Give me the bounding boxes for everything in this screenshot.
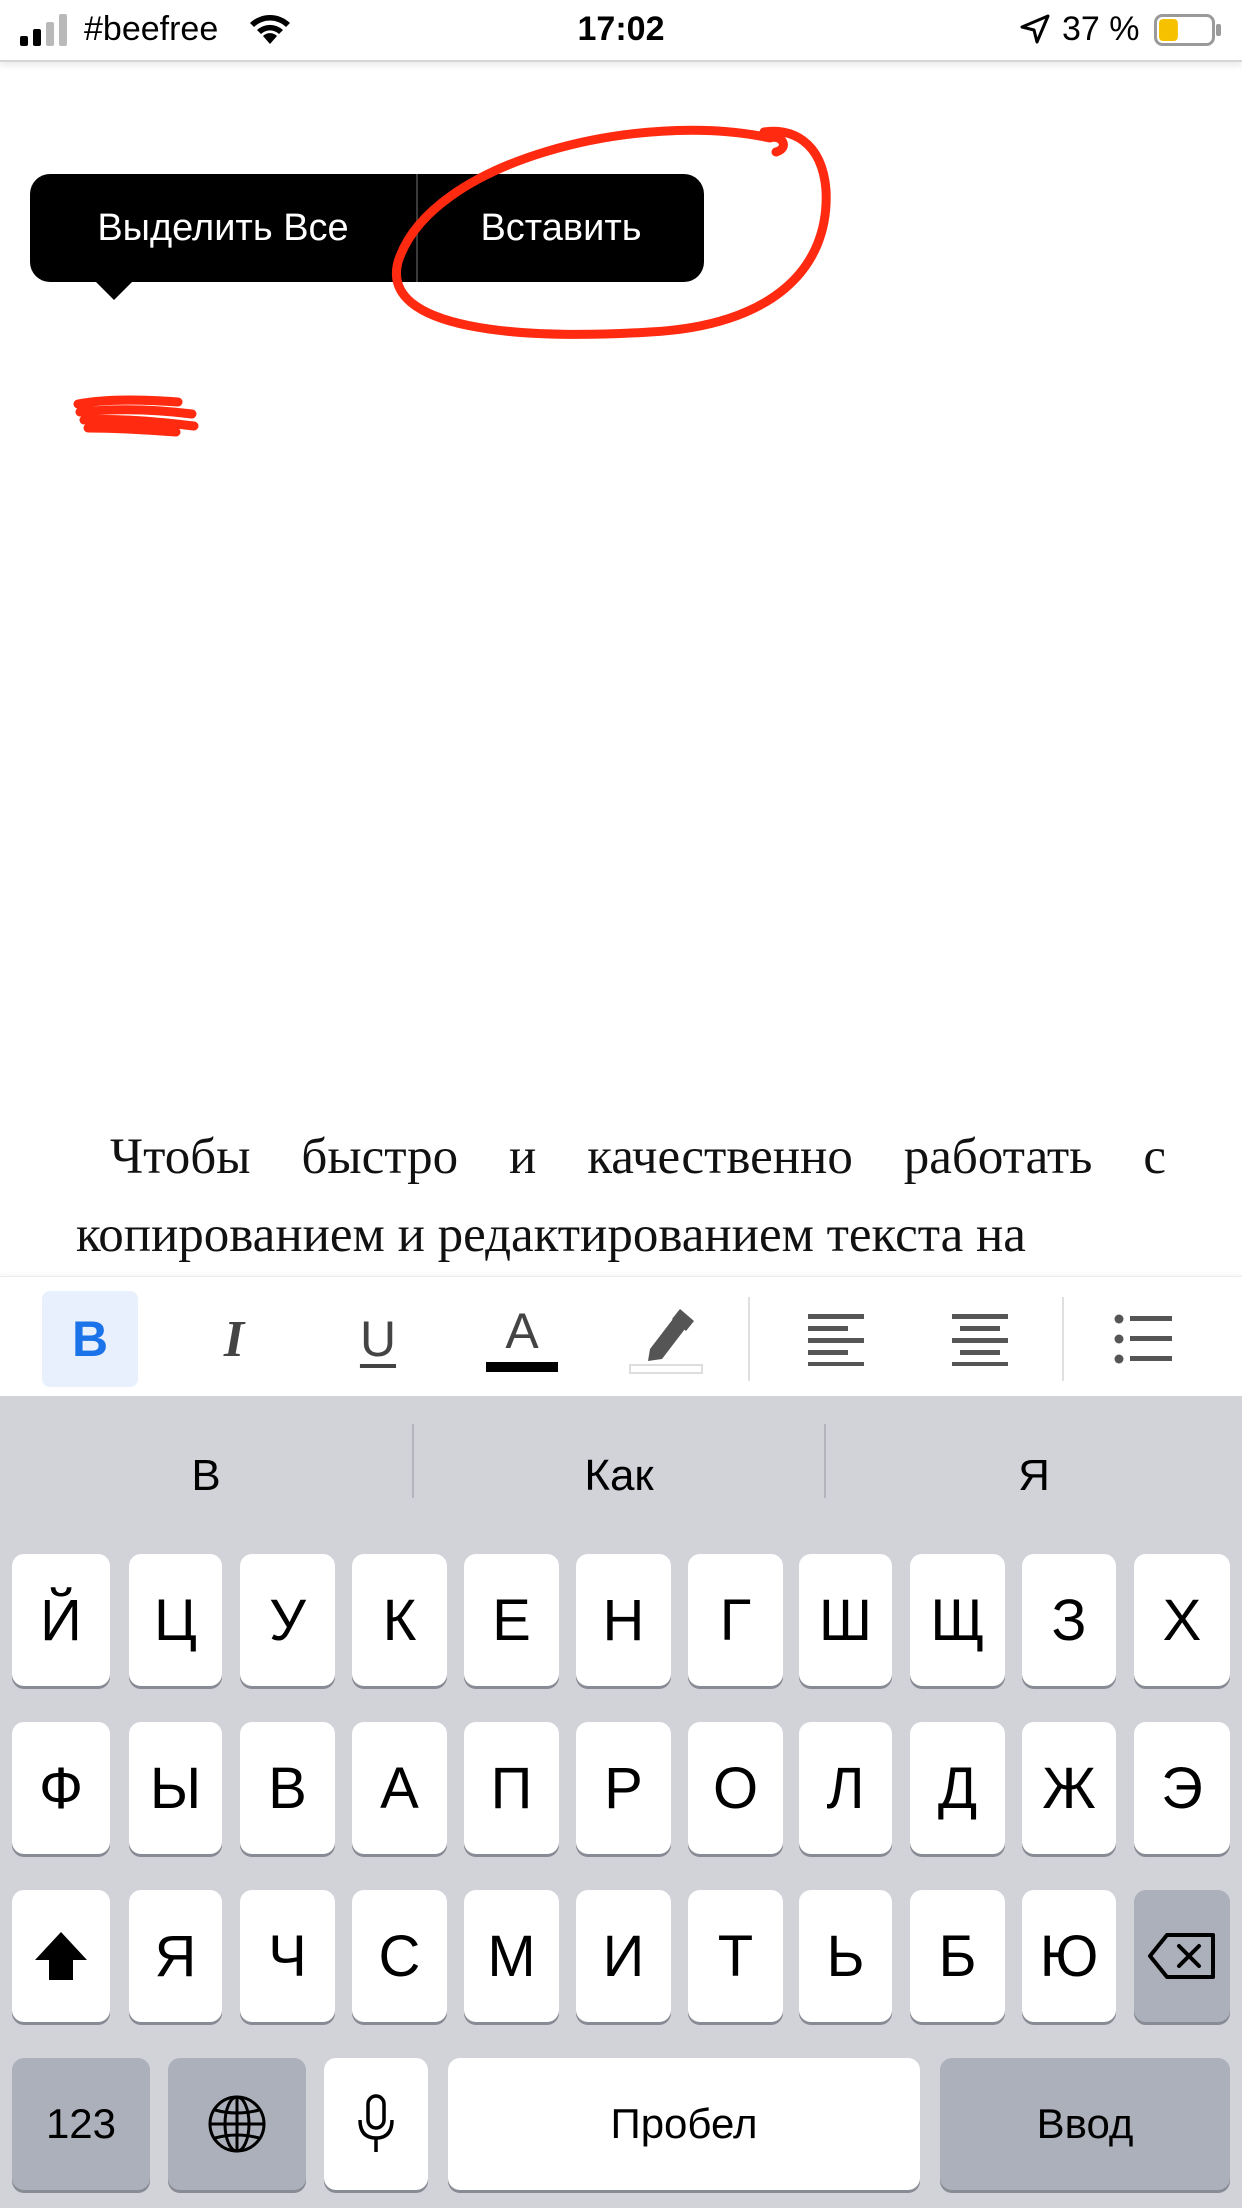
key[interactable]: Ч <box>240 1890 335 2022</box>
highlight-color-button[interactable] <box>618 1291 714 1387</box>
key[interactable]: Б <box>910 1890 1005 2022</box>
toolbar-divider <box>1062 1297 1064 1381</box>
key[interactable]: Ю <box>1022 1890 1116 2022</box>
keyboard: В Как Я Й Ц У К Е Н Г Ш Щ З Х Ф Ы В А П … <box>0 1396 1242 2208</box>
select-all-button[interactable]: Выделить Все <box>30 174 416 282</box>
toolbar-divider <box>748 1297 750 1381</box>
key[interactable]: Д <box>910 1722 1005 1854</box>
underline-icon: U <box>359 1311 397 1367</box>
align-center-button[interactable] <box>932 1291 1028 1387</box>
key[interactable]: Л <box>799 1722 892 1854</box>
bold-button[interactable]: B <box>42 1291 138 1387</box>
dictation-key[interactable] <box>324 2058 428 2190</box>
suggestion-1[interactable]: В <box>0 1426 412 1526</box>
space-key[interactable]: Пробел <box>448 2058 920 2190</box>
key[interactable]: Х <box>1134 1554 1230 1686</box>
suggestion-3[interactable]: Я <box>826 1426 1242 1526</box>
key[interactable]: Ь <box>799 1890 892 2022</box>
battery-icon <box>1154 14 1221 46</box>
numbers-key[interactable]: 123 <box>12 2058 150 2190</box>
key[interactable]: Й <box>12 1554 110 1686</box>
align-left-button[interactable] <box>788 1291 884 1387</box>
redaction-scribble <box>73 395 199 437</box>
key[interactable]: В <box>240 1722 335 1854</box>
return-key[interactable]: Ввод <box>940 2058 1230 2190</box>
key[interactable]: Я <box>129 1890 222 2022</box>
text-color-swatch <box>486 1362 558 1372</box>
key[interactable]: Щ <box>910 1554 1005 1686</box>
key[interactable]: Ы <box>129 1722 222 1854</box>
key[interactable]: И <box>576 1890 671 2022</box>
bulleted-list-icon <box>1114 1314 1172 1364</box>
key[interactable]: А <box>352 1722 447 1854</box>
key[interactable]: С <box>352 1890 447 2022</box>
delete-icon <box>1148 1933 1215 1979</box>
document-paragraph[interactable]: Чтобы быстро и качественно работать с ко… <box>76 1118 1166 1274</box>
location-arrow-icon <box>1020 14 1050 44</box>
key[interactable]: Ж <box>1022 1722 1116 1854</box>
key[interactable]: Е <box>464 1554 559 1686</box>
key[interactable]: М <box>464 1890 559 2022</box>
shift-arrow-icon <box>35 1932 87 1980</box>
italic-button[interactable]: I <box>186 1291 282 1387</box>
key[interactable]: П <box>464 1722 559 1854</box>
text-color-button[interactable]: A <box>474 1291 570 1387</box>
suggestion-2[interactable]: Как <box>414 1426 824 1526</box>
edit-context-menu: Выделить Все Вставить <box>30 174 704 300</box>
battery-percentage: 37 % <box>1062 10 1140 48</box>
key[interactable]: Г <box>688 1554 783 1686</box>
backspace-key[interactable] <box>1134 1890 1230 2022</box>
key[interactable]: Ф <box>12 1722 110 1854</box>
bulleted-list-button[interactable] <box>1096 1291 1192 1387</box>
key[interactable]: У <box>240 1554 335 1686</box>
key[interactable]: О <box>688 1722 783 1854</box>
status-bar: #beefree 17:02 37 % <box>0 0 1242 62</box>
menu-pointer <box>88 274 140 300</box>
microphone-icon <box>358 2094 394 2152</box>
key[interactable]: Ш <box>799 1554 892 1686</box>
paste-button[interactable]: Вставить <box>418 174 704 282</box>
key[interactable]: Р <box>576 1722 671 1854</box>
key[interactable]: Э <box>1134 1722 1230 1854</box>
text-color-icon: A <box>505 1303 539 1359</box>
highlighter-icon <box>629 1309 703 1374</box>
globe-icon <box>208 2095 266 2153</box>
align-left-icon <box>808 1314 864 1366</box>
shift-key[interactable] <box>12 1890 110 2022</box>
key[interactable]: Т <box>688 1890 783 2022</box>
globe-key[interactable] <box>168 2058 306 2190</box>
key[interactable]: К <box>352 1554 447 1686</box>
key[interactable]: Ц <box>129 1554 222 1686</box>
key[interactable]: Н <box>576 1554 671 1686</box>
italic-icon: I <box>223 1310 245 1368</box>
align-center-icon <box>952 1314 1008 1366</box>
formatting-toolbar: B I U A <box>0 1276 1242 1395</box>
underline-button[interactable]: U <box>330 1291 426 1387</box>
clock: 17:02 <box>577 10 665 48</box>
bold-icon: B <box>71 1311 109 1367</box>
key[interactable]: З <box>1022 1554 1116 1686</box>
